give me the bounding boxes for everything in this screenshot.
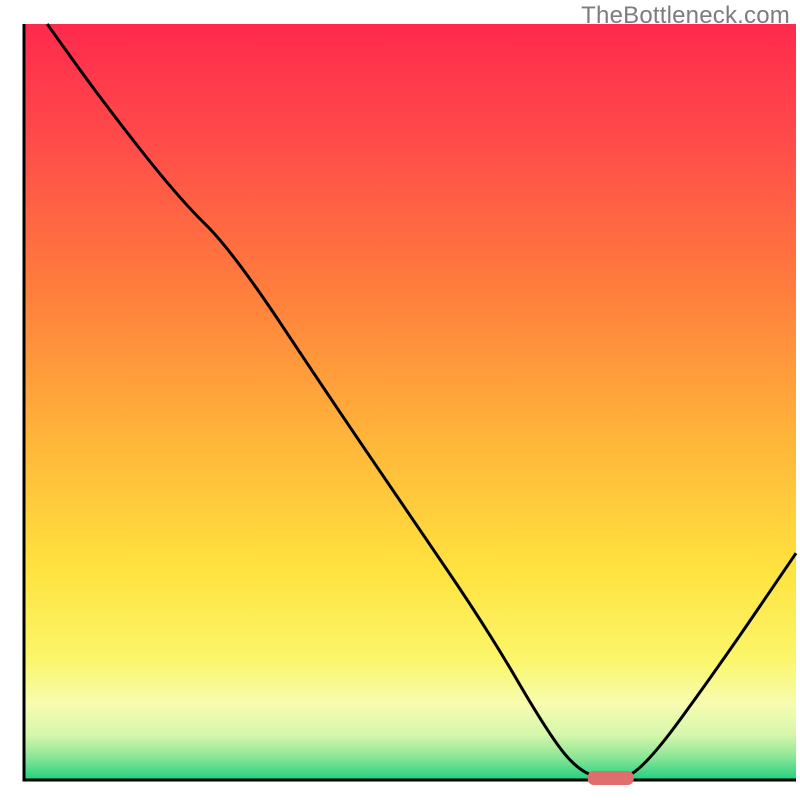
chart-root: TheBottleneck.com (0, 0, 800, 800)
plot-background (24, 24, 796, 780)
watermark-text: TheBottleneck.com (581, 2, 790, 30)
optimal-marker (588, 771, 634, 785)
chart-svg (0, 0, 800, 800)
